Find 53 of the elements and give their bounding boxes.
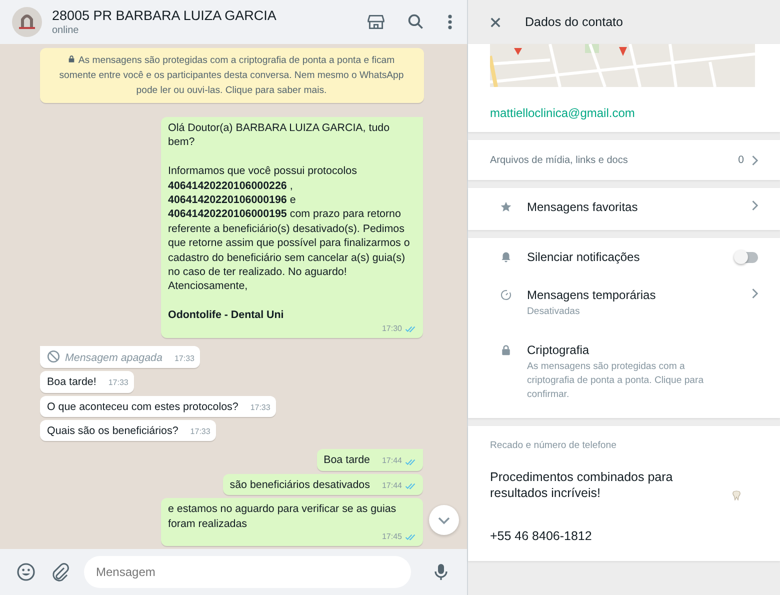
contact-avatar[interactable] [12,7,42,37]
chevron-right-icon [751,154,758,166]
message-text: Boa tarde [324,453,370,468]
chevron-right-icon [751,200,758,211]
message-input[interactable]: Mensagem [84,556,411,588]
message-time: 17:33 [190,426,210,438]
lock-icon [68,55,76,63]
search-icon[interactable] [407,13,425,31]
chevron-right-icon [751,288,758,299]
chevron-down-icon [437,515,451,525]
message-text: Mensagem apagada [65,350,162,366]
menu-icon[interactable] [447,13,453,31]
message-time: 17:30 [382,322,402,335]
disappearing-messages-item[interactable]: Mensagens temporárias Desativadas [468,276,780,331]
message-time: 17:33 [108,377,128,390]
item-title: Criptografia [527,343,590,357]
blocked-icon [47,350,60,364]
message-text: e estamos no aguardo para verificar se as guias foram realizadas [168,502,398,532]
message-text: Quais são os beneficiários? [47,424,178,439]
message-text: Olá Doutor(a) BARBARA LUIZA GARCIA, tudo bem? Informamos que você possui protocolos 40641420220106000226 , 40641420220106000196 e 40641420220106000195 com prazo para retorno referente a beneficiário(s) desativado(s). Pedimos que retorne assim que possível para finalizarmos o cadastro do beneficiário sem cancelar a(s) guia(s) no caso de ter realizado. No aguardo! Atenciosamente, Odontolife - Dental Uni [168,121,411,324]
media-links-docs-row[interactable]: Arquivos de mídia, links e docs 0 [468,140,780,180]
lock-icon [500,344,512,356]
item-description: As mensagens são protegidas com a criptografia de ponta a ponta. Clique para confirmar. [527,360,705,402]
contact-status: online [52,25,80,36]
emoji-icon[interactable] [16,562,36,582]
message-time: 17:33 [174,352,194,365]
encryption-item[interactable]: Criptografia As mensagens são protegidas com a criptografia de ponta a ponta. Clique para confirmar. [468,331,780,418]
item-title: Mensagens temporárias [527,288,657,302]
encryption-notice[interactable]: As mensagens são protegidas com a criptografia de ponta a ponta e ficam somente entre você e os participantes desta conversa. Nem mesmo o WhatsApp pode ler ou ouvi-las. Clique para saber mais. [40,48,424,103]
message-time: 17:33 [250,402,270,414]
message-text: Boa tarde! [47,375,96,390]
star-icon [500,201,512,213]
message-text: O que aconteceu com estes protocolos? [47,400,238,414]
phone-number: +55 46 8406-1812 [490,529,593,543]
item-subtitle: Desativadas [527,305,581,319]
contact-name[interactable]: 28005 PR BARBARA LUIZA GARCIA [52,8,345,23]
panel-title: Dados do contato [525,15,623,29]
close-icon[interactable] [490,16,501,28]
about-text: Procedimentos combinados para resultados incríveis! [490,469,674,501]
message-time: 17:44 [382,480,402,492]
message-text: são beneficiários desativados [230,478,370,493]
mute-toggle[interactable] [736,252,758,263]
store-icon[interactable] [367,13,385,31]
tooth-icon [732,490,741,501]
timer-icon [500,289,512,301]
message-time: 17:45 [382,530,402,543]
mute-notifications-item[interactable]: Silenciar notificações [468,238,780,276]
paperclip-icon[interactable] [50,562,70,582]
scroll-down-button[interactable] [429,505,459,535]
bell-icon [500,251,512,263]
section-heading: Recado e número de telefone [490,440,618,451]
starred-messages-item[interactable]: Mensagens favoritas [468,188,780,230]
message-time: 17:44 [382,455,402,468]
